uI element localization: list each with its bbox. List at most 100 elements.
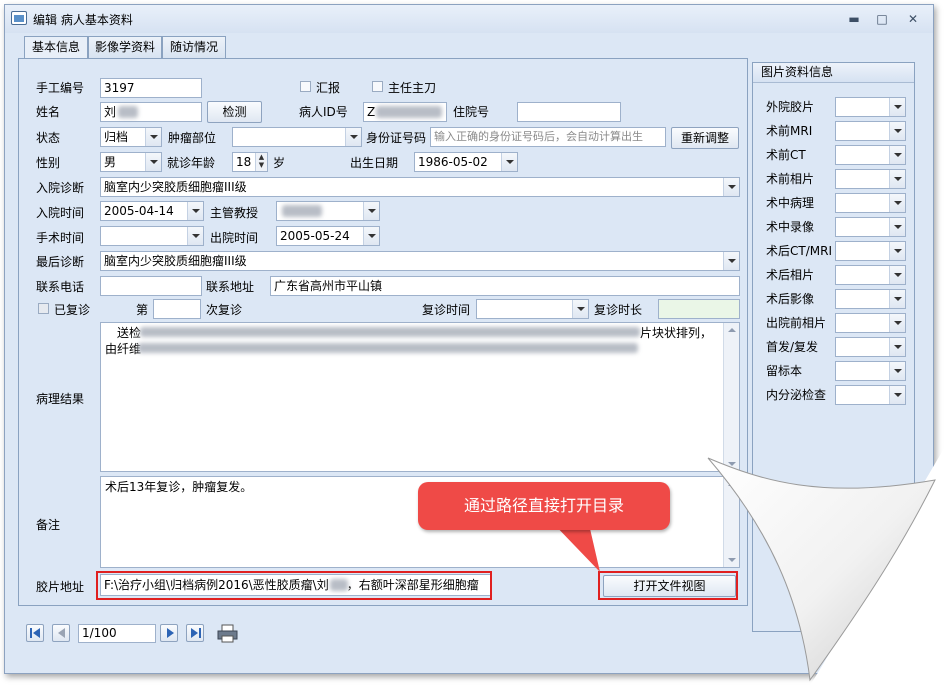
chief-checkbox[interactable]	[372, 81, 383, 92]
readjust-button[interactable]: 重新调整	[671, 127, 739, 149]
chevron-down-icon[interactable]	[889, 386, 905, 404]
redacted-pid	[376, 106, 442, 118]
admit-diag-select[interactable]: 脑室内少突胶质细胞瘤III级	[100, 177, 740, 197]
side-item-select[interactable]	[835, 385, 906, 405]
inpatient-field[interactable]	[517, 102, 621, 122]
minimize-button[interactable]: ▬	[843, 10, 865, 28]
page-curl-graphic	[707, 440, 949, 685]
addr-label: 联系地址	[206, 280, 255, 294]
tab-basic-info[interactable]: 基本信息	[24, 36, 88, 59]
chevron-down-icon[interactable]	[723, 252, 739, 270]
handno-field[interactable]: 3197	[100, 78, 202, 98]
last-record-button[interactable]	[186, 624, 204, 642]
side-item-select[interactable]	[835, 313, 906, 333]
report-label: 汇报	[316, 81, 341, 95]
chevron-down-icon[interactable]	[145, 128, 161, 146]
chevron-down-icon[interactable]	[145, 153, 161, 171]
side-item-select[interactable]	[835, 121, 906, 141]
revisit-checkbox[interactable]	[38, 303, 49, 314]
chevron-down-icon[interactable]	[889, 194, 905, 212]
gender-select[interactable]: 男	[100, 152, 162, 172]
chevron-down-icon[interactable]	[889, 98, 905, 116]
spin-arrows-icon[interactable]: ▲ ▼	[255, 153, 267, 171]
chevron-down-icon[interactable]	[889, 242, 905, 260]
tab-imaging[interactable]: 影像学资料	[88, 36, 162, 58]
side-item-select[interactable]	[835, 337, 906, 357]
last-icon	[191, 628, 198, 638]
chevron-down-icon[interactable]	[889, 170, 905, 188]
birth-select[interactable]: 1986-05-02	[414, 152, 518, 172]
chevron-down-icon[interactable]	[187, 202, 203, 220]
side-item-select[interactable]	[835, 169, 906, 189]
chevron-down-icon[interactable]	[187, 227, 203, 245]
maximize-button[interactable]: □	[871, 10, 893, 28]
chevron-down-icon[interactable]	[572, 300, 588, 318]
idcard-label: 身份证号码	[366, 131, 427, 145]
side-item-select[interactable]	[835, 289, 906, 309]
side-item-label: 术前相片	[766, 172, 815, 186]
revisit-label: 已复诊	[54, 303, 91, 317]
side-title: 图片资料信息	[753, 63, 914, 83]
revisit-len-field[interactable]	[658, 299, 740, 319]
nth-field[interactable]	[153, 299, 201, 319]
chevron-down-icon[interactable]	[363, 227, 379, 245]
chevron-down-icon[interactable]	[501, 153, 517, 171]
next-icon	[167, 628, 174, 638]
last-bar-icon	[199, 628, 201, 638]
side-item-select[interactable]	[835, 241, 906, 261]
side-item-select[interactable]	[835, 265, 906, 285]
side-item-label: 出院前相片	[766, 316, 827, 330]
film-label: 胶片地址	[36, 580, 85, 594]
chevron-down-icon[interactable]	[889, 218, 905, 236]
revisit-time-select[interactable]	[476, 299, 589, 319]
tab-followup[interactable]: 随访情况	[162, 36, 226, 58]
chevron-down-icon[interactable]	[363, 202, 379, 220]
chevron-down-icon[interactable]	[889, 362, 905, 380]
nth-label: 第	[136, 303, 149, 317]
chevron-down-icon[interactable]	[889, 314, 905, 332]
surg-time-select[interactable]	[100, 226, 204, 246]
chevron-down-icon[interactable]	[889, 290, 905, 308]
chevron-down-icon[interactable]	[345, 128, 361, 146]
addr-field[interactable]: 广东省高州市平山镇	[270, 276, 740, 296]
chevron-down-icon[interactable]	[889, 266, 905, 284]
chevron-down-icon[interactable]	[889, 338, 905, 356]
printer-icon[interactable]	[216, 624, 240, 644]
chief-label: 主任主刀	[388, 81, 437, 95]
chevron-down-icon[interactable]	[889, 122, 905, 140]
window-title: 编辑 病人基本资料	[33, 13, 133, 27]
side-item-select[interactable]	[835, 97, 906, 117]
name-field[interactable]: 刘	[100, 102, 202, 122]
app-icon	[11, 11, 27, 25]
side-item-select[interactable]	[835, 193, 906, 213]
age-unit: 岁	[273, 156, 286, 170]
age-stepper[interactable]: 18 ▲ ▼	[232, 152, 268, 172]
site-label: 肿瘤部位	[168, 131, 217, 145]
revisit-time-label: 复诊时间	[422, 303, 471, 317]
phone-field[interactable]	[100, 276, 202, 296]
admit-diag-value: 脑室内少突胶质细胞瘤III级	[104, 180, 247, 194]
prev-record-button[interactable]	[52, 624, 70, 642]
report-checkbox[interactable]	[300, 81, 311, 92]
detect-button[interactable]: 检测	[207, 101, 262, 123]
first-record-button[interactable]	[26, 624, 44, 642]
close-button[interactable]: ✕	[902, 10, 924, 28]
next-record-button[interactable]	[160, 624, 178, 642]
status-select[interactable]: 归档	[100, 127, 162, 147]
chevron-down-icon[interactable]	[889, 146, 905, 164]
gender-label: 性别	[36, 156, 61, 170]
final-diag-select[interactable]: 脑室内少突胶质细胞瘤III级	[100, 251, 740, 271]
side-item-label: 术后CT/MRI	[766, 244, 832, 258]
discharge-select[interactable]: 2005-05-24	[276, 226, 380, 246]
idcard-input[interactable]: 输入正确的身份证号码后，会自动计算出生	[430, 127, 666, 147]
record-indicator[interactable]: 1/100	[78, 624, 156, 643]
side-item-select[interactable]	[835, 145, 906, 165]
admit-time-select[interactable]: 2005-04-14	[100, 201, 204, 221]
path-tail: 片块状排列，	[640, 326, 713, 340]
first-bar-icon	[30, 628, 32, 638]
discharge-label: 出院时间	[210, 231, 259, 245]
side-item-select[interactable]	[835, 217, 906, 237]
side-item-select[interactable]	[835, 361, 906, 381]
chevron-down-icon[interactable]	[723, 178, 739, 196]
site-select[interactable]	[232, 127, 362, 147]
